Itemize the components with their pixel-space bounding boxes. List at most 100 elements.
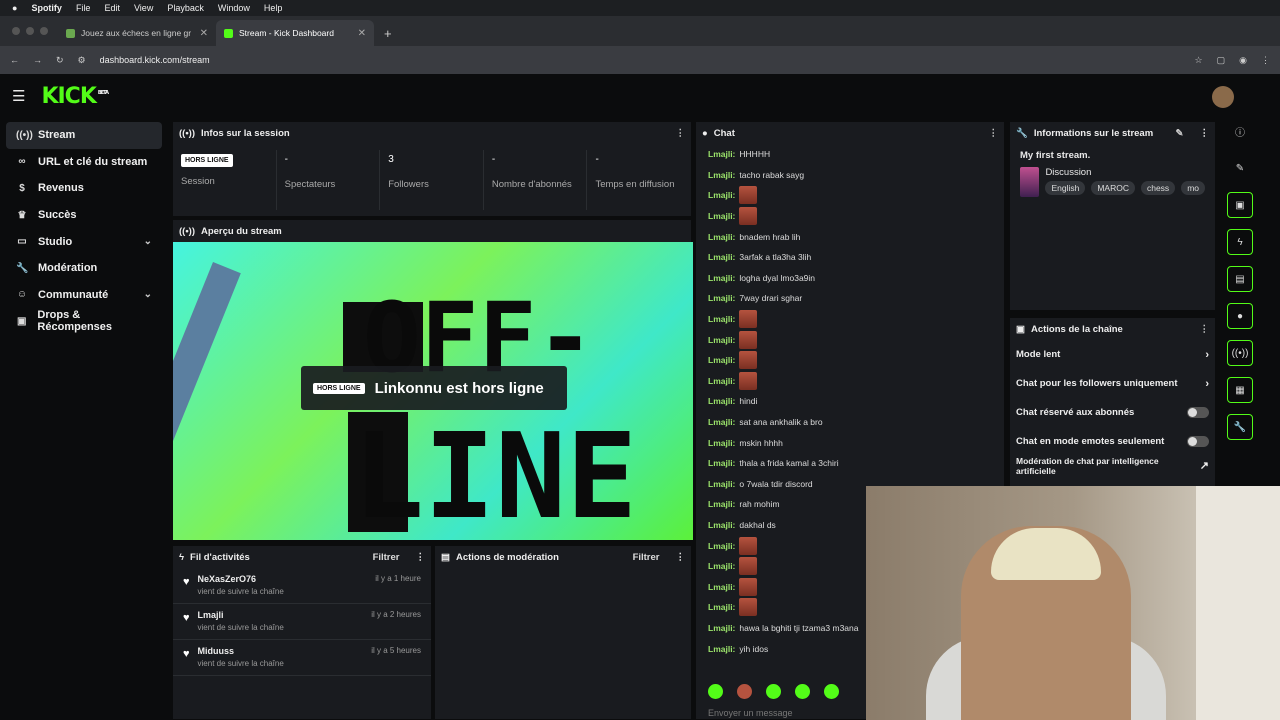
sidebar-item-revenus[interactable]: $ Revenus	[6, 175, 162, 202]
emote-icon[interactable]	[824, 684, 839, 699]
reload-icon[interactable]: ↻	[56, 55, 64, 66]
chat-username[interactable]: Lmajli:	[708, 602, 735, 612]
new-tab-button[interactable]: +	[374, 20, 402, 46]
minimize-window-button[interactable]	[26, 27, 34, 35]
slow-mode-row[interactable]: Mode lent ›	[1010, 340, 1215, 369]
close-tab-icon[interactable]: ✕	[358, 28, 366, 39]
chat-username[interactable]: Lmajli:	[708, 520, 735, 530]
menu-view[interactable]: View	[134, 3, 153, 13]
chat-message: Lmajli:	[696, 309, 1004, 330]
zoom-window-button[interactable]	[40, 27, 48, 35]
emote-icon[interactable]	[737, 684, 752, 699]
chat-username[interactable]: Lmajli:	[708, 273, 735, 283]
ai-moderation-row[interactable]: Modération de chat par intelligence arti…	[1010, 456, 1215, 476]
forward-icon[interactable]: →	[33, 55, 42, 65]
menu-playback[interactable]: Playback	[167, 3, 204, 13]
apple-icon[interactable]: ●	[12, 3, 17, 13]
panel-menu-icon[interactable]: ⋮	[989, 128, 999, 139]
follower-name[interactable]: NeXasZerO76	[198, 574, 284, 584]
bolt-icon[interactable]: ϟ	[1227, 229, 1253, 255]
menu-window[interactable]: Window	[218, 3, 250, 13]
sidebar-item-drops[interactable]: ▣ Drops & Récompenses	[6, 308, 162, 335]
site-info-icon[interactable]: ⚙	[78, 55, 86, 66]
sidebar-item-url[interactable]: ∞ URL et clé du stream	[6, 149, 162, 176]
panel-menu-icon[interactable]: ⋮	[1200, 128, 1210, 139]
chat-username[interactable]: Lmajli:	[708, 499, 735, 509]
extensions-icon[interactable]: ▢	[1217, 55, 1226, 66]
chat-username[interactable]: Lmajli:	[708, 293, 735, 303]
chat-text: hawa la bghiti tji tzama3 m3ana	[739, 622, 859, 633]
emote-icon[interactable]	[708, 684, 723, 699]
menu-app-name[interactable]: Spotify	[31, 3, 62, 13]
filter-button[interactable]: Filtrer	[373, 552, 400, 563]
chat-username[interactable]: Lmajli:	[708, 211, 735, 221]
follower-name[interactable]: Lmajli	[198, 610, 284, 620]
filter-button[interactable]: Filtrer	[633, 552, 660, 563]
edit-pencil-icon[interactable]: ✎	[1176, 128, 1184, 139]
info-icon[interactable]: ⓘ	[1227, 118, 1253, 144]
emote-icon[interactable]	[795, 684, 810, 699]
wrench-icon[interactable]: 🔧	[1227, 414, 1253, 440]
close-window-button[interactable]	[12, 27, 20, 35]
chat-username[interactable]: Lmajli:	[708, 314, 735, 324]
chat-username[interactable]: Lmajli:	[708, 396, 735, 406]
chat-username[interactable]: Lmajli:	[708, 355, 735, 365]
chat-username[interactable]: Lmajli:	[708, 170, 735, 180]
chat-username[interactable]: Lmajli:	[708, 190, 735, 200]
screen-icon[interactable]: ▣	[1227, 192, 1253, 218]
emotes-only-toggle[interactable]	[1187, 436, 1209, 447]
chat-username[interactable]: Lmajli:	[708, 479, 735, 489]
activity-sub: vient de suivre la chaîne	[197, 623, 284, 632]
sidebar-item-moderation[interactable]: 🔧 Modération	[6, 255, 162, 282]
pencil-icon[interactable]: ✎	[1227, 155, 1253, 181]
chat-username[interactable]: Lmajli:	[708, 561, 735, 571]
browser-tab-active[interactable]: Stream - Kick Dashboard ✕	[216, 20, 374, 46]
panel-menu-icon[interactable]: ⋮	[1200, 324, 1210, 335]
chat-icon[interactable]: ●	[1227, 303, 1253, 329]
hamburger-menu-icon[interactable]: ☰	[12, 87, 25, 105]
chat-username[interactable]: Lmajli:	[708, 623, 735, 633]
category-thumbnail	[1020, 167, 1040, 197]
chat-username[interactable]: Lmajli:	[708, 417, 735, 427]
kick-logo[interactable]: KICK BETA	[41, 84, 109, 109]
subscribers-only-toggle[interactable]	[1187, 407, 1209, 418]
sidebar-item-communaute[interactable]: ☺ Communauté ⌄	[6, 282, 162, 309]
menu-help[interactable]: Help	[264, 3, 283, 13]
chat-username[interactable]: Lmajli:	[708, 458, 735, 468]
browser-menu-icon[interactable]: ⋮	[1261, 55, 1270, 66]
menu-file[interactable]: File	[76, 3, 91, 13]
heart-icon: ♥	[183, 612, 190, 624]
note-icon[interactable]: ▤	[1227, 266, 1253, 292]
chat-username[interactable]: Lmajli:	[708, 252, 735, 262]
broadcast-icon[interactable]: ((•))	[1227, 340, 1253, 366]
chat-username[interactable]: Lmajli:	[708, 582, 735, 592]
sidebar-item-succes[interactable]: ♛ Succès	[6, 202, 162, 229]
broadcast-icon: ((•))	[179, 225, 195, 237]
chat-username[interactable]: Lmajli:	[708, 376, 735, 386]
close-tab-icon[interactable]: ✕	[200, 28, 208, 39]
follower-name[interactable]: Miduuss	[198, 646, 284, 656]
chat-username[interactable]: Lmajli:	[708, 232, 735, 242]
profile-icon[interactable]: ◉	[1239, 55, 1247, 66]
emote-icon[interactable]	[766, 684, 781, 699]
panel-menu-icon[interactable]: ⋮	[676, 128, 686, 139]
user-avatar[interactable]	[1212, 86, 1234, 108]
chat-input[interactable]: Envoyer un message	[708, 708, 793, 718]
chat-username[interactable]: Lmajli:	[708, 438, 735, 448]
panel-menu-icon[interactable]: ⋮	[676, 552, 686, 563]
menu-edit[interactable]: Edit	[104, 3, 120, 13]
followers-only-row[interactable]: Chat pour les followers uniquement ›	[1010, 369, 1215, 398]
sidebar-item-studio[interactable]: ▭ Studio ⌄	[6, 228, 162, 255]
chat-username[interactable]: Lmajli:	[708, 335, 735, 345]
url-field[interactable]: dashboard.kick.com/stream	[100, 55, 1181, 65]
chat-username[interactable]: Lmajli:	[708, 149, 735, 159]
panel-title: Actions de modération	[455, 551, 559, 563]
browser-tab[interactable]: Jouez aux échecs en ligne gr ✕	[58, 20, 216, 46]
layout-icon[interactable]: ▦	[1227, 377, 1253, 403]
bookmark-star-icon[interactable]: ☆	[1195, 55, 1203, 66]
chat-username[interactable]: Lmajli:	[708, 541, 735, 551]
back-icon[interactable]: ←	[10, 55, 19, 65]
chat-username[interactable]: Lmajli:	[708, 644, 735, 654]
panel-menu-icon[interactable]: ⋮	[416, 552, 426, 563]
sidebar-item-stream[interactable]: ((•)) Stream	[6, 122, 162, 149]
